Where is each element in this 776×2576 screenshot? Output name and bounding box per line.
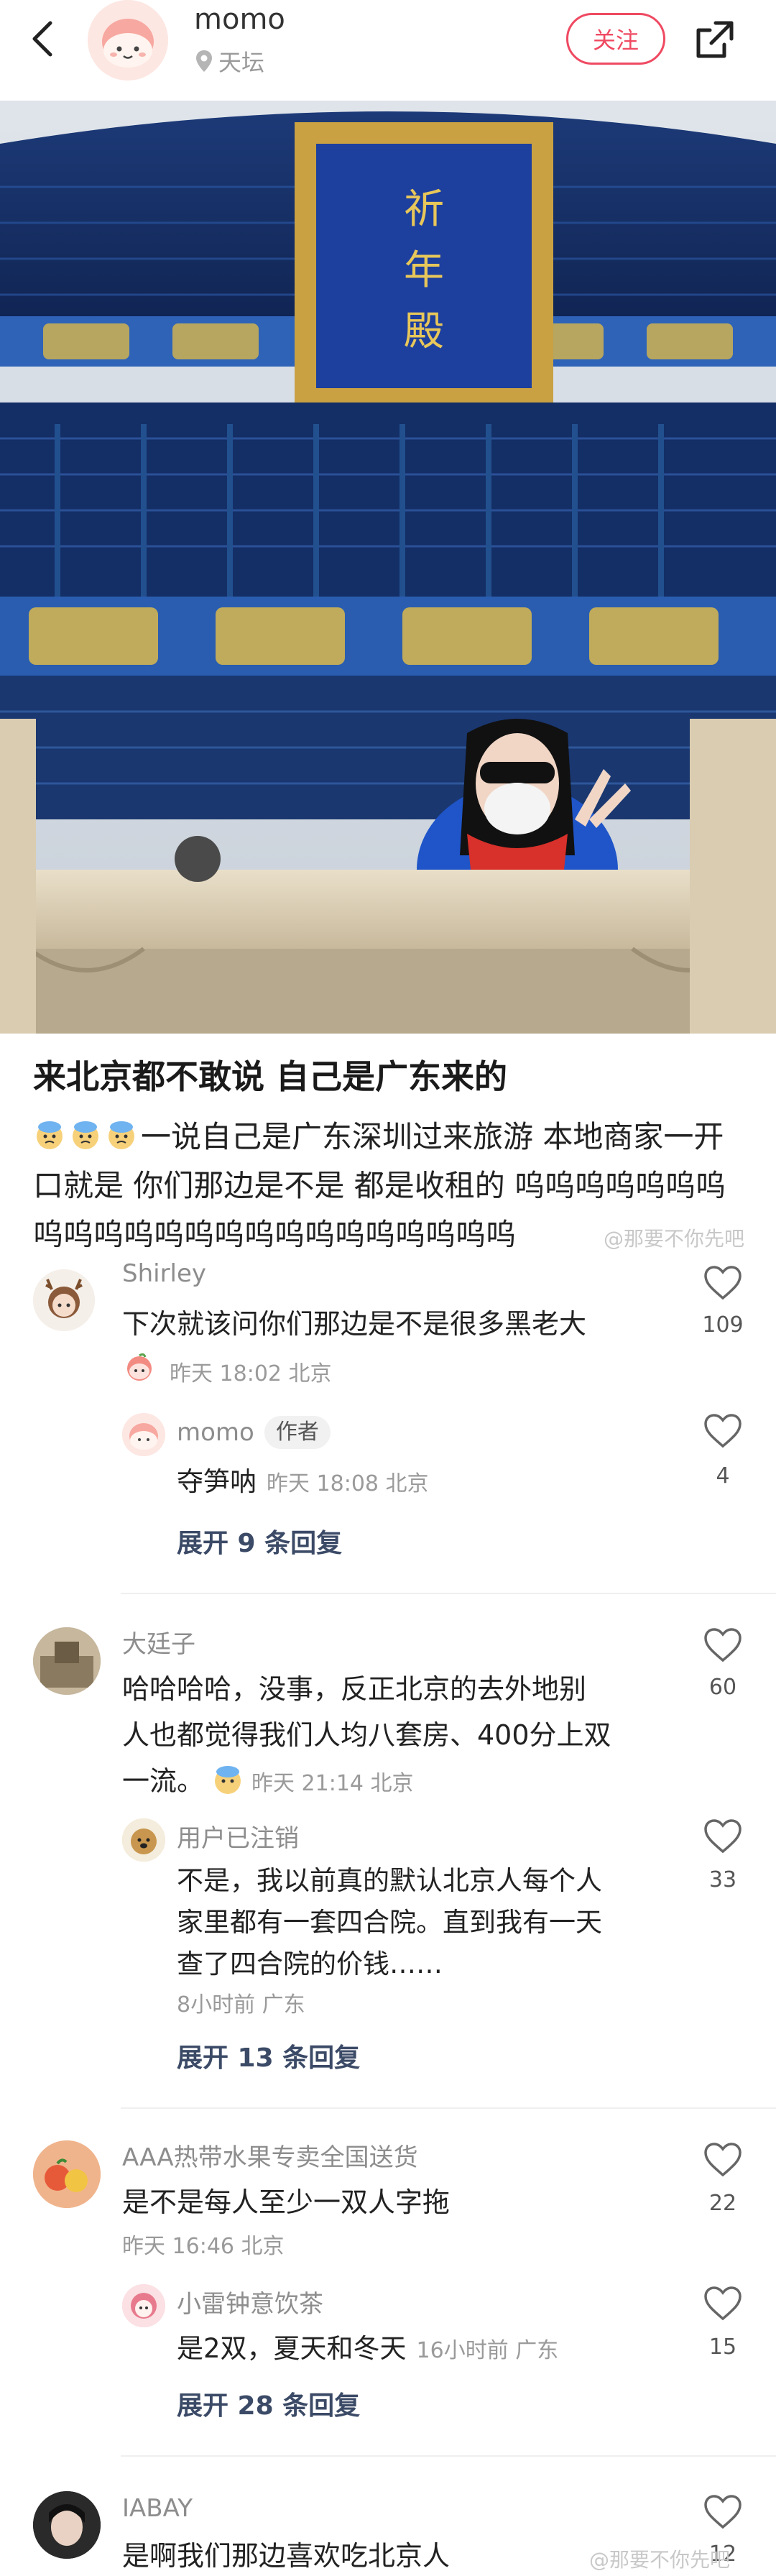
comment-text: 下次就该问你们那边是不是很多黑老大 [122, 1308, 587, 1340]
reply-username[interactable]: momo [177, 1418, 254, 1447]
reply-username[interactable]: 用户已注销 [177, 1818, 299, 1854]
share-icon[interactable] [691, 17, 737, 63]
comment-username[interactable]: IABAY [122, 2494, 193, 2523]
plaque-char-3: 殿 [404, 308, 444, 355]
comment-text-line-1: 哈哈哈哈，没事，反正北京的去外地别 [122, 1673, 587, 1705]
comment-text-line-3: 一流。 昨天 21:14 北京 [122, 1758, 414, 1807]
dark-photo-avatar-icon [33, 2491, 101, 2559]
like-count: 4 [716, 1463, 730, 1489]
temple-of-heaven-photo: 祈 年 殿 [0, 101, 776, 1034]
expand-replies-button[interactable]: 展开 13 条回复 [177, 2037, 360, 2074]
comment-time: 昨天 21:14 北京 [251, 1771, 414, 1796]
reply-time: 昨天 18:08 北京 [267, 1471, 429, 1496]
comment-text: 是不是每人至少一双人字拖 [122, 2186, 451, 2218]
commenter-avatar[interactable] [33, 2140, 101, 2208]
comment-divider [121, 1593, 776, 1594]
commenter-avatar[interactable] [33, 2491, 101, 2559]
comment-username[interactable]: 大廷子 [122, 1624, 195, 1660]
post-photo[interactable]: 祈 年 殿 [0, 101, 776, 1034]
comment-text-line-2: 人也都觉得我们人均八套房、400分上双 [122, 1719, 611, 1751]
reply-text-line: 是2双，夏天和冬天 16小时前 广东 [177, 2326, 558, 2374]
dog-avatar-icon [122, 1818, 165, 1862]
like-heart-icon[interactable] [703, 2286, 743, 2322]
follow-button[interactable]: 关注 [566, 13, 665, 65]
like-count: 60 [708, 1675, 737, 1700]
like-heart-icon[interactable] [703, 2142, 743, 2178]
post-title: 来北京都不敢说 自己是广东来的 [33, 1057, 508, 1096]
plaque-char-1: 祈 [404, 186, 444, 233]
author-badge: 作者 [264, 1416, 331, 1449]
peach-avatar-icon [88, 0, 168, 80]
reply-text-line: 夺笋呐 昨天 18:08 北京 [177, 1459, 429, 1507]
comment-username[interactable]: Shirley [122, 1259, 206, 1288]
like-count: 15 [708, 2334, 737, 2360]
like-heart-icon[interactable] [703, 1627, 743, 1663]
like-heart-icon[interactable] [703, 1818, 743, 1854]
photo-avatar-icon [33, 1627, 101, 1695]
watermark-text: @那要不你先吧 [589, 2548, 731, 2572]
comment-time: 昨天 16:46 北京 [122, 2234, 285, 2259]
like-count: 109 [702, 1312, 744, 1338]
comment-divider [121, 2107, 776, 2109]
crying-emoji-icon [108, 1121, 134, 1149]
reply-avatar[interactable] [122, 1818, 165, 1862]
commenter-avatar[interactable] [33, 1269, 95, 1331]
peach-badge-icon [127, 1353, 152, 1381]
crying-emoji-icon [215, 1766, 241, 1794]
location-pin-icon [196, 50, 212, 72]
expand-replies-button[interactable]: 展开 28 条回复 [177, 2385, 360, 2422]
reply-text-line-3: 查了四合院的价钱…… [177, 1949, 443, 1979]
like-heart-icon[interactable] [703, 1265, 743, 1301]
reply-text-line-1: 不是，我以前真的默认北京人每个人 [177, 1865, 602, 1896]
like-count: 33 [708, 1867, 737, 1892]
like-heart-icon[interactable] [703, 1413, 743, 1449]
watermark-text: @那要不你先吧 [604, 1227, 745, 1251]
reply-time: 16小时前 广东 [416, 2338, 559, 2363]
peach-avatar-icon [122, 1413, 165, 1456]
comment-text-tail: 一流。 [122, 1765, 205, 1797]
author-avatar[interactable] [88, 0, 168, 80]
like-heart-icon[interactable] [703, 2494, 743, 2530]
comment-time: 昨天 18:02 北京 [170, 1361, 332, 1386]
location-label: 天坛 [218, 49, 265, 76]
author-name[interactable]: momo [194, 3, 285, 36]
plaque-char-2: 年 [404, 247, 444, 294]
location-tag[interactable]: 天坛 [194, 45, 264, 78]
reply-text: 是2双，夏天和冬天 [177, 2333, 407, 2364]
crying-emoji-icon [73, 1121, 98, 1149]
cartoon-avatar-icon [122, 2284, 165, 2327]
comment-username[interactable]: AAA热带水果专卖全国送货 [122, 2138, 418, 2173]
top-bar: momo 天坛 关注 [0, 0, 776, 101]
expand-replies-button[interactable]: 展开 9 条回复 [177, 1522, 342, 1560]
reply-avatar[interactable] [122, 2284, 165, 2327]
like-count: 22 [708, 2191, 737, 2216]
reply-username-line: momo 作者 [177, 1416, 331, 1449]
deer-girl-avatar-icon [33, 1269, 95, 1331]
comment-text: 是啊我们那边喜欢吃北京人 [122, 2540, 451, 2572]
back-arrow-icon[interactable] [22, 16, 68, 62]
commenter-avatar[interactable] [33, 1627, 101, 1695]
reply-username[interactable]: 小雷钟意饮茶 [177, 2284, 323, 2319]
crying-emoji-icon [37, 1121, 63, 1149]
reply-time: 8小时前 广东 [177, 1992, 305, 2018]
fruit-avatar-icon [33, 2140, 101, 2208]
comment-divider [121, 2455, 776, 2457]
reply-text: 夺笋呐 [177, 1466, 257, 1497]
reply-text-line-2: 家里都有一套四合院。直到我有一天 [177, 1907, 602, 1938]
reply-avatar[interactable] [122, 1413, 165, 1456]
